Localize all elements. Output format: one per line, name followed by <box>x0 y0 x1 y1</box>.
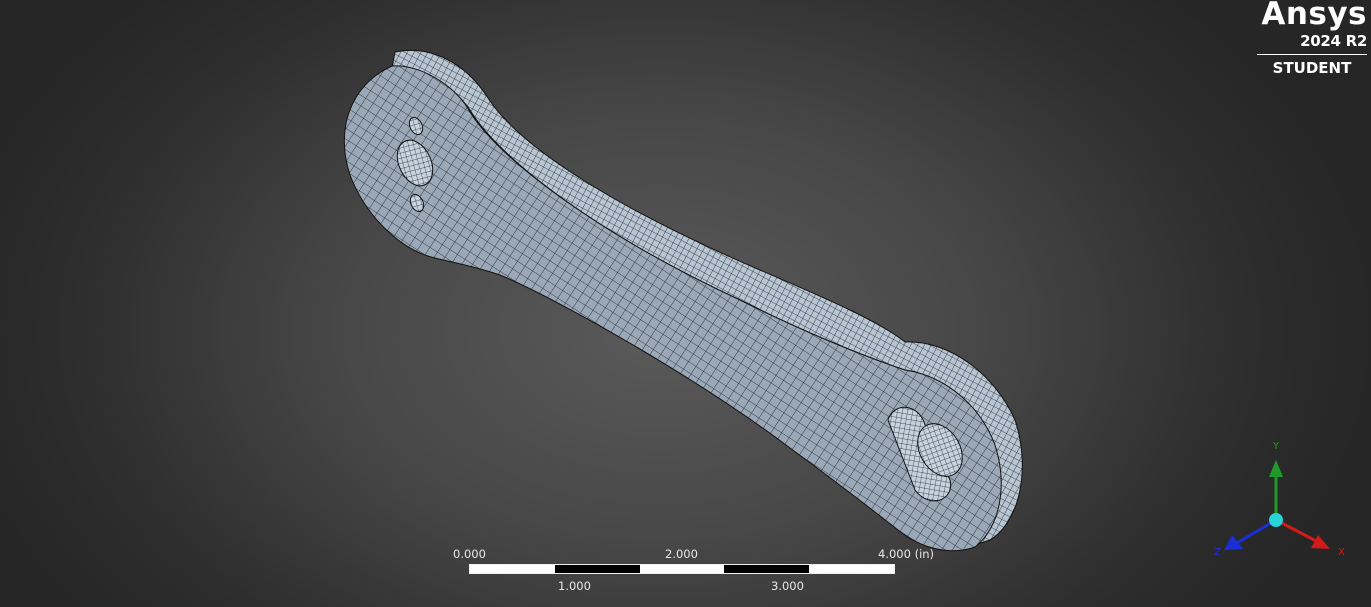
scale-segment <box>554 565 640 573</box>
meshed-part-model[interactable] <box>0 0 1371 607</box>
y-axis-arrow <box>1269 460 1283 477</box>
brand-divider <box>1257 54 1367 55</box>
x-axis-arrow <box>1311 535 1330 549</box>
triad-origin-sphere[interactable] <box>1269 513 1283 527</box>
scale-segment <box>639 565 725 573</box>
graphics-viewport[interactable]: Ansys 2024 R2 STUDENT 0.000 2.000 4.000 … <box>0 0 1371 607</box>
brand-edition: STUDENT <box>1272 59 1352 77</box>
scale-label-3: 3.000 <box>771 579 804 593</box>
scale-label-1: 1.000 <box>558 579 591 593</box>
y-axis-label: Y <box>1272 441 1280 452</box>
brand-version: 2024 R2 <box>1300 32 1367 50</box>
x-axis-label: X <box>1338 547 1345 558</box>
x-axis-line <box>1275 518 1319 544</box>
part-top-face[interactable] <box>343 65 1002 552</box>
z-axis-line <box>1234 518 1277 546</box>
axis-triad[interactable]: Y X Z <box>1205 432 1355 562</box>
scale-segment <box>470 565 555 573</box>
scale-label-0: 0.000 <box>453 547 486 561</box>
scale-segment <box>724 565 810 573</box>
ansys-logo: Ansys 2024 R2 STUDENT <box>1251 0 1367 77</box>
scale-bar <box>469 564 895 574</box>
scale-label-2: 2.000 <box>665 547 698 561</box>
brand-name: Ansys <box>1261 0 1367 32</box>
scale-segment <box>809 565 894 573</box>
scale-label-4: 4.000 (in) <box>878 547 935 561</box>
z-axis-label: Z <box>1214 547 1221 558</box>
